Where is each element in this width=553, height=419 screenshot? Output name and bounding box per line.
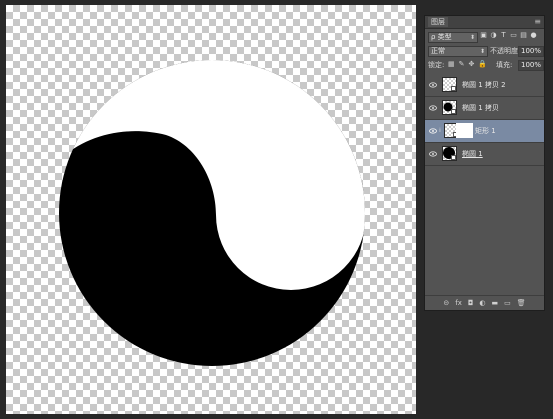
filter-row: ρ 类型 ⬍ ▣ ◑ T ▭ ▤ ● [428,31,541,43]
smart-object-filter-icon[interactable]: ▤ [520,32,527,39]
add-mask-icon[interactable]: ◘ [468,298,474,308]
blend-mode-select[interactable]: 正常 ⬍ [428,46,488,57]
tab-layers[interactable]: 图层 [428,17,448,27]
lock-all-icon[interactable]: 🔒 [478,60,487,69]
shape-filter-icon[interactable]: ▭ [510,32,517,39]
lock-row: 锁定: ▦ ✎ ✥ 🔒 填充: 100% [428,59,544,71]
lock-label: 锁定: [428,61,445,69]
layer-row[interactable]: ⁞ 矩形 1 [425,120,544,143]
fx-icon[interactable]: fx [455,298,462,308]
blend-mode-label: 正常 [431,47,445,55]
adjustment-layer-icon[interactable]: ◐ [479,298,485,308]
layer-row[interactable]: 椭圆 1 [425,143,544,166]
layer-name: 椭圆 1 拷贝 [462,104,499,112]
fill-label: 填充: [496,61,513,69]
filter-toggle-icon[interactable]: ● [530,32,537,39]
adjustment-filter-icon[interactable]: ◑ [490,32,497,39]
layer-name: 椭圆 1 拷贝 2 [462,81,506,89]
opacity-input[interactable]: 100% [518,46,544,57]
layer-row[interactable]: 椭圆 1 拷贝 [425,97,544,120]
type-filter-icon[interactable]: T [500,32,507,39]
fill-input[interactable]: 100% [518,60,544,71]
link-layers-icon[interactable]: ⊝ [443,298,449,308]
shape-badge-icon [451,109,456,114]
layer-list: 椭圆 1 拷贝 2 椭圆 1 拷贝 ⁞ 矩形 1 椭圆 1 [425,74,544,166]
lock-icons: ▦ ✎ ✥ 🔒 [448,60,487,69]
eye-icon[interactable] [429,104,437,112]
lock-position-icon[interactable]: ✥ [469,60,475,69]
blend-row: 正常 ⬍ 不透明度: 100% [428,45,544,57]
opacity-label: 不透明度: [490,47,521,55]
layer-name: 矩形 1 [475,127,496,135]
yin-yang-artwork [59,60,365,366]
panel-menu-icon[interactable]: ≡ [534,17,541,27]
layers-panel-tabbar: 图层 ≡ [425,16,544,29]
eye-icon[interactable] [429,127,437,135]
document-canvas[interactable] [6,5,416,414]
chevron-down-icon: ⬍ [469,34,475,41]
trash-icon[interactable]: 🗑 [517,298,526,308]
chevron-down-icon: ⬍ [479,48,485,55]
eye-icon[interactable] [429,81,437,89]
layer-mask-thumbnail[interactable] [456,123,473,138]
layers-panel: 图层 ≡ ρ 类型 ⬍ ▣ ◑ T ▭ ▤ ● 正常 ⬍ 不透明度: 100% … [424,15,545,311]
filter-icons: ▣ ◑ T ▭ ▤ ● [480,32,537,39]
layer-thumbnail [442,100,457,115]
lock-transparent-icon[interactable]: ▦ [448,60,455,69]
document-canvas-area [0,0,416,414]
lock-paint-icon[interactable]: ✎ [459,60,465,69]
group-folder-icon[interactable]: ▬ [492,298,499,308]
layer-thumbnail [442,146,457,161]
shape-badge-icon [451,86,456,91]
layer-row[interactable]: 椭圆 1 拷贝 2 [425,74,544,97]
layer-thumbnail [442,77,457,92]
layers-panel-footer: ⊝ fx ◘ ◐ ▬ ▭ 🗑 [425,295,544,310]
shape-badge-icon [451,155,456,160]
new-layer-icon[interactable]: ▭ [504,298,511,308]
pixel-filter-icon[interactable]: ▣ [480,32,487,39]
layer-name: 椭圆 1 [462,150,483,158]
eye-icon[interactable] [429,150,437,158]
mask-link-icon[interactable]: ⁞ [439,127,441,134]
filter-kind-select[interactable]: ρ 类型 ⬍ [428,32,478,43]
filter-kind-label: ρ 类型 [431,33,452,41]
